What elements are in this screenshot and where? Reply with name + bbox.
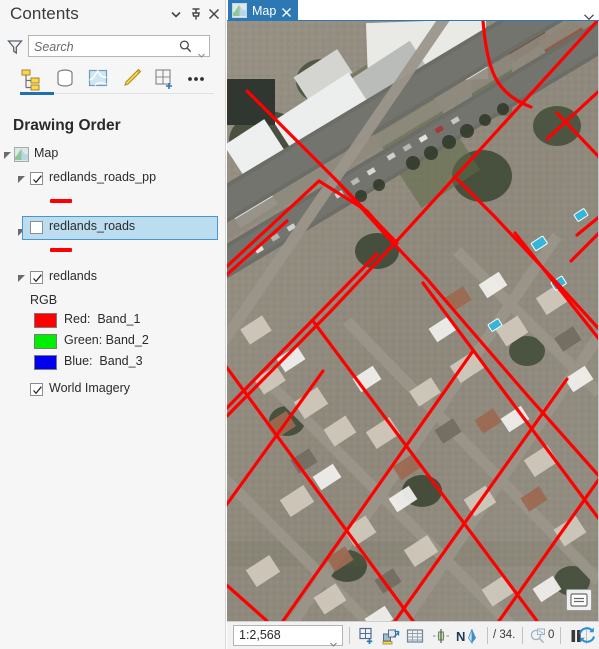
search-row: [0, 34, 226, 60]
map-canvas[interactable]: [227, 21, 599, 621]
list-by-selection-icon[interactable]: [85, 65, 111, 91]
contents-pane: Contents Search Drawing Order Map redlan…: [0, 0, 226, 649]
active-tab-indicator: [20, 92, 54, 95]
tree-item-redlands[interactable]: redlands: [0, 266, 226, 290]
arcgis-pro-window: Contents Search Drawing Order Map redlan…: [0, 0, 599, 649]
contents-toolbar: [0, 62, 226, 94]
selected-features-icon[interactable]: [528, 626, 548, 646]
tree-item-redlands-roads[interactable]: redlands_roads: [22, 216, 218, 240]
add-graphic-icon[interactable]: [357, 626, 377, 646]
band-color-swatch: [34, 313, 57, 328]
tab-label: Map: [252, 3, 277, 18]
tree-item-label: World Imagery: [49, 381, 131, 395]
search-icon[interactable]: [178, 39, 193, 54]
measure-icon[interactable]: [431, 626, 451, 646]
expander-arrow-icon[interactable]: [17, 175, 26, 184]
north-arrow-icon[interactable]: N: [455, 626, 483, 646]
close-icon[interactable]: [206, 6, 222, 22]
layer-symbol-line-roads: [50, 248, 72, 252]
map-icon: [14, 147, 29, 162]
scale-combobox[interactable]: 1:2,568: [233, 625, 343, 647]
band-color-swatch: [34, 334, 57, 349]
close-icon[interactable]: [281, 5, 292, 17]
divider: [487, 627, 488, 644]
search-input[interactable]: [34, 38, 174, 55]
tree-item-map[interactable]: Map: [0, 143, 226, 167]
band-row-red: Red: Band_1: [0, 311, 226, 332]
list-by-snapping-icon[interactable]: [151, 65, 177, 91]
map-icon: [232, 3, 247, 18]
map-view: Map 1:2,568 N / 34. 0: [227, 0, 599, 649]
layer-visibility-checkbox[interactable]: [30, 271, 43, 284]
tree-item-label: redlands_roads: [49, 219, 136, 233]
tree-item-label: redlands_roads_pp: [49, 170, 157, 184]
tree-item-redlands-roads-pp[interactable]: redlands_roads_pp: [0, 167, 226, 191]
scale-value: 1:2,568: [239, 628, 281, 642]
chevron-down-icon[interactable]: [198, 45, 205, 58]
list-by-data-source-icon[interactable]: [52, 65, 78, 91]
more-options-icon[interactable]: [183, 65, 209, 91]
refresh-icon[interactable]: [576, 624, 598, 646]
band-label: Red: Band_1: [64, 312, 141, 326]
map-status-bar: 1:2,568 N / 34. 0: [227, 621, 599, 649]
tree-item-label: Map: [34, 146, 59, 160]
band-label: Blue: Band_3: [64, 354, 143, 368]
basemap-gallery-icon[interactable]: [566, 589, 592, 611]
expander-arrow-icon[interactable]: [3, 151, 12, 160]
divider: [349, 627, 350, 644]
toolbar-divider: [54, 93, 214, 94]
band-row-green: Green: Band_2: [0, 332, 226, 353]
layer-visibility-checkbox[interactable]: [30, 383, 43, 396]
select-features-icon[interactable]: [381, 626, 401, 646]
filter-icon[interactable]: [6, 38, 24, 56]
view-tabstrip: Map: [227, 0, 599, 21]
selection-count: 0: [548, 629, 555, 641]
layer-symbol-line-pp: [50, 199, 72, 203]
expander-arrow-icon[interactable]: [17, 274, 26, 283]
attribute-table-icon[interactable]: [405, 626, 425, 646]
chevron-down-icon[interactable]: [584, 7, 594, 21]
band-row-blue: Blue: Band_3: [0, 353, 226, 374]
pin-icon[interactable]: [188, 6, 204, 22]
renderer-label-rgb: RGB: [30, 293, 58, 307]
svg-text:N: N: [456, 629, 465, 644]
layer-tree: Map redlands_roads_pp: [0, 143, 226, 191]
chevron-down-icon[interactable]: [168, 6, 184, 22]
chevron-down-icon[interactable]: [330, 634, 337, 647]
rotation-value: / 34.: [493, 629, 516, 641]
divider: [560, 627, 561, 644]
band-color-swatch: [34, 355, 57, 370]
layer-visibility-checkbox[interactable]: [30, 172, 43, 185]
band-label: Green: Band_2: [64, 333, 149, 347]
tree-item-label: redlands: [49, 269, 97, 283]
layer-visibility-checkbox[interactable]: [30, 221, 43, 234]
page-title: Contents: [10, 4, 79, 23]
list-by-drawing-order-icon[interactable]: [18, 65, 44, 91]
search-box[interactable]: [28, 35, 210, 58]
divider: [522, 627, 523, 644]
contents-pane-header: Contents: [0, 0, 225, 30]
tab-map[interactable]: Map: [228, 0, 299, 21]
list-by-editing-icon[interactable]: [119, 65, 145, 91]
drawing-order-heading: Drawing Order: [13, 117, 121, 134]
tree-item-world-imagery[interactable]: World Imagery: [0, 378, 226, 402]
